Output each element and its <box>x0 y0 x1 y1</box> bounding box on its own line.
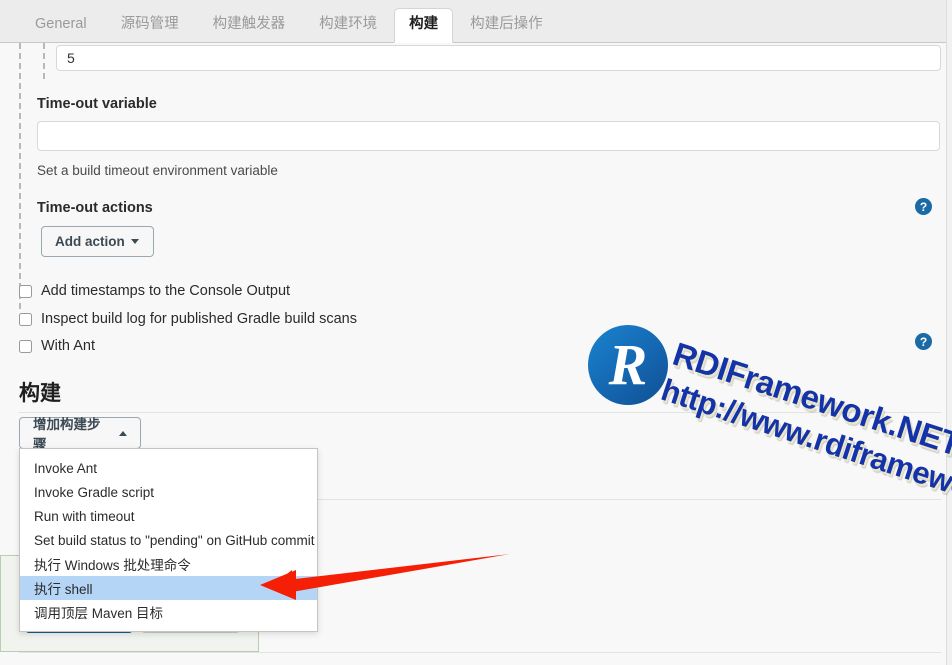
menu-item-execute-windows-batch[interactable]: 执行 Windows 批处理命令 <box>20 552 317 576</box>
checkbox-row-timestamps[interactable]: Add timestamps to the Console Output <box>19 283 290 299</box>
timeout-variable-input[interactable] <box>37 121 940 151</box>
page-scrollbar[interactable] <box>946 0 952 665</box>
chevron-down-icon <box>130 239 139 244</box>
add-action-label: Add action <box>55 234 125 249</box>
checkbox-add-timestamps[interactable] <box>19 284 32 298</box>
nested-block-guide-inner <box>43 43 45 79</box>
menu-item-invoke-gradle-script[interactable]: Invoke Gradle script <box>20 480 317 504</box>
build-section-title: 构建 <box>19 382 61 405</box>
checkbox-label-add-timestamps: Add timestamps to the Console Output <box>41 283 291 299</box>
checkbox-label-with-ant: With Ant <box>41 338 95 354</box>
add-build-step-label: 增加构建步骤 <box>33 417 101 452</box>
timeout-variable-help-text: Set a build timeout environment variable <box>37 163 278 178</box>
tab-source-code-management[interactable]: 源码管理 <box>104 7 196 43</box>
nested-block-guide-outer <box>19 43 21 309</box>
timeout-actions-label: Time-out actions <box>37 200 153 216</box>
chevron-up-icon <box>119 430 127 436</box>
checkbox-row-gradle-scans[interactable]: Inspect build log for published Gradle b… <box>19 311 357 327</box>
checkbox-with-ant[interactable] <box>19 339 32 353</box>
menu-item-run-with-timeout[interactable]: Run with timeout <box>20 504 317 528</box>
add-action-button[interactable]: Add action <box>41 226 154 257</box>
tab-general[interactable]: General <box>18 7 104 43</box>
menu-item-set-build-status-pending[interactable]: Set build status to "pending" on GitHub … <box>20 528 317 552</box>
add-build-step-button[interactable]: 增加构建步骤 <box>19 417 141 452</box>
menu-item-invoke-ant[interactable]: Invoke Ant <box>20 456 317 480</box>
section-divider-bottom <box>19 652 941 653</box>
tab-build[interactable]: 构建 <box>394 7 454 43</box>
help-icon-timeout-actions[interactable]: ? <box>915 198 932 215</box>
timeout-variable-label: Time-out variable <box>37 96 157 112</box>
checkbox-label-inspect-build-log: Inspect build log for published Gradle b… <box>41 311 357 327</box>
build-step-dropdown-menu: Invoke Ant Invoke Gradle script Run with… <box>19 448 318 632</box>
menu-item-invoke-top-level-maven[interactable]: 调用顶层 Maven 目标 <box>20 600 317 624</box>
checkbox-row-with-ant[interactable]: With Ant <box>19 338 95 354</box>
page-root: General 源码管理 构建触发器 构建环境 构建 构建后操作 Time-ou… <box>0 0 952 665</box>
menu-item-execute-shell[interactable]: 执行 shell <box>20 576 317 600</box>
config-tab-bar: General 源码管理 构建触发器 构建环境 构建 构建后操作 <box>0 0 946 43</box>
help-icon-with-ant[interactable]: ? <box>915 333 932 350</box>
checkbox-inspect-build-log[interactable] <box>19 312 32 326</box>
section-divider-build <box>19 412 941 413</box>
tab-build-environment[interactable]: 构建环境 <box>302 7 394 43</box>
tab-post-build-actions[interactable]: 构建后操作 <box>453 7 560 43</box>
timeout-minutes-input[interactable] <box>56 45 941 71</box>
tab-build-triggers[interactable]: 构建触发器 <box>196 7 303 43</box>
